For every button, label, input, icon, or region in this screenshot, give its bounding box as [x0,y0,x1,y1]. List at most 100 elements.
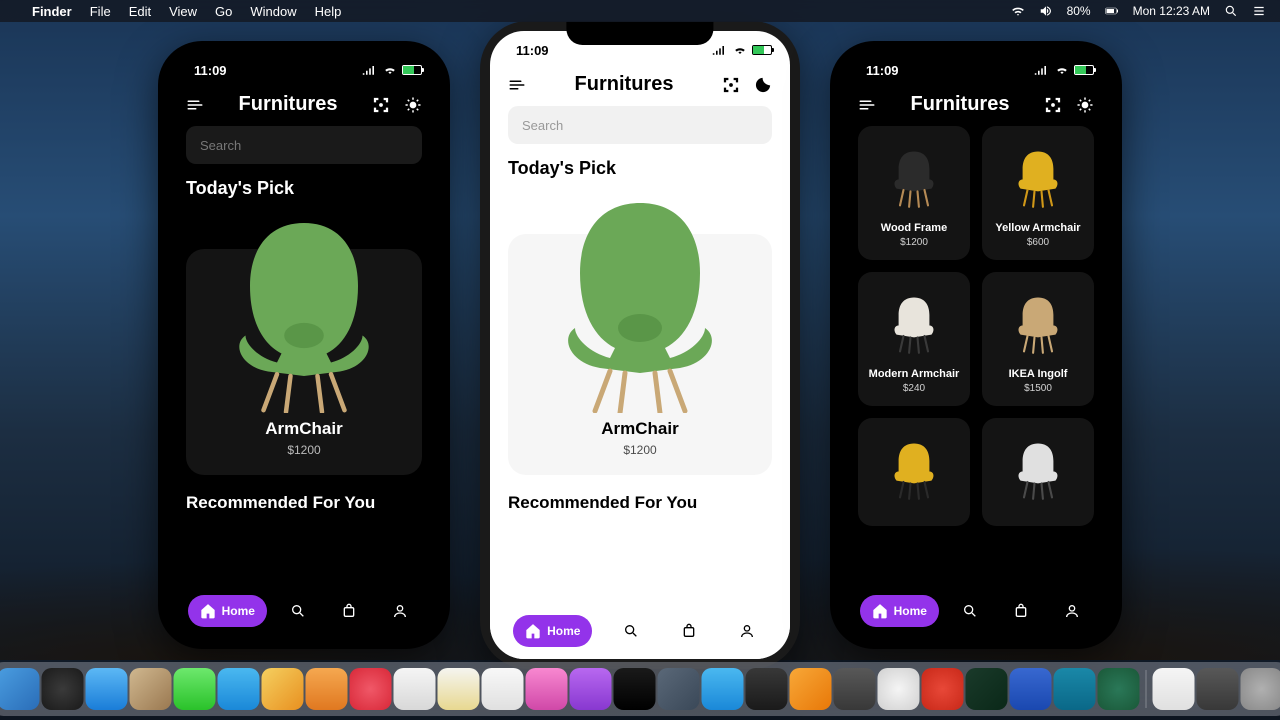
pick-card[interactable]: ArmChair $1200 [508,234,772,475]
nav-home[interactable]: Home [860,595,939,627]
nav-profile[interactable] [727,615,767,647]
app-title: Furnitures [239,93,338,116]
wifi-icon [382,65,398,75]
nav-cart[interactable] [669,615,709,647]
todays-pick-heading: Today's Pick [508,158,772,179]
dock-app-icon[interactable] [834,668,876,710]
dock-app-icon[interactable] [526,668,568,710]
phone-notch [909,41,1043,65]
product-card[interactable]: Modern Armchair $240 [858,272,970,406]
dock-app-icon[interactable] [1241,668,1280,710]
dock-app-icon[interactable] [1054,668,1096,710]
qr-scan-icon[interactable] [372,96,390,114]
product-card[interactable]: IKEA Ingolf $1500 [982,272,1094,406]
dock-app-icon[interactable] [614,668,656,710]
battery-percent: 80% [1067,4,1091,18]
status-time: 11:09 [516,43,549,58]
product-card[interactable] [858,418,970,526]
dock-app-icon[interactable] [878,668,920,710]
dock-app-icon[interactable] [658,668,700,710]
bottom-nav: Home [490,603,790,659]
nav-cart[interactable] [1001,595,1041,627]
menubar-file[interactable]: File [90,4,111,19]
sun-icon[interactable] [1076,96,1094,114]
dock-app-icon[interactable] [922,668,964,710]
dock-app-icon[interactable] [1098,668,1140,710]
pick-name: ArmChair [518,419,762,439]
dock-app-icon[interactable] [438,668,480,710]
volume-icon[interactable] [1039,4,1053,18]
app-title: Furnitures [911,93,1010,116]
dock-app-icon[interactable] [42,668,84,710]
macos-menubar: Finder File Edit View Go Window Help 80%… [0,0,1280,22]
menubar-help[interactable]: Help [315,4,342,19]
product-image [990,282,1086,362]
dock-app-icon[interactable] [746,668,788,710]
menubar-window[interactable]: Window [250,4,296,19]
product-card[interactable]: Yellow Armchair $600 [982,126,1094,260]
nav-search[interactable] [950,595,990,627]
dock-app-icon[interactable] [966,668,1008,710]
dock-app-icon[interactable] [306,668,348,710]
search-input[interactable]: Search [508,106,772,144]
nav-home[interactable]: Home [513,615,592,647]
app-header: Furnitures [840,89,1112,126]
bottom-nav: Home [840,583,1112,639]
menubar-clock[interactable]: Mon 12:23 AM [1133,4,1210,18]
phone-notch [237,41,371,65]
pick-chair-image [214,213,394,413]
dock-app-icon[interactable] [130,668,172,710]
nav-home-label: Home [222,604,255,618]
search-placeholder: Search [522,118,563,133]
nav-search[interactable] [611,615,651,647]
product-name: Yellow Armchair [990,222,1086,234]
dock-app-icon[interactable] [570,668,612,710]
dock-app-icon[interactable] [0,668,40,710]
nav-profile[interactable] [380,595,420,627]
nav-search[interactable] [278,595,318,627]
product-card[interactable]: Wood Frame $1200 [858,126,970,260]
sun-icon[interactable] [404,96,422,114]
moon-icon[interactable] [754,76,772,94]
dock-app-icon[interactable] [1197,668,1239,710]
product-image [866,428,962,508]
battery-icon [752,45,772,55]
nav-cart[interactable] [329,595,369,627]
dock-app-icon[interactable] [174,668,216,710]
menubar-go[interactable]: Go [215,4,232,19]
dock-app-icon[interactable] [482,668,524,710]
dock-app-icon[interactable] [86,668,128,710]
pick-card[interactable]: ArmChair $1200 [186,249,422,475]
pick-chair-image [540,193,740,413]
nav-profile[interactable] [1052,595,1092,627]
pick-price: $1200 [518,443,762,457]
dock-app-icon[interactable] [350,668,392,710]
dock-app-icon[interactable] [790,668,832,710]
app-title: Furnitures [575,73,674,96]
menubar-edit[interactable]: Edit [129,4,151,19]
product-price: $240 [866,383,962,394]
dock-app-icon[interactable] [394,668,436,710]
wifi-icon[interactable] [1011,4,1025,18]
dock-app-icon[interactable] [1010,668,1052,710]
search-input[interactable]: Search [186,126,422,164]
menubar-app-name[interactable]: Finder [32,4,72,19]
signal-icon [712,45,728,55]
product-price: $600 [990,237,1086,248]
menubar-view[interactable]: View [169,4,197,19]
product-card[interactable] [982,418,1094,526]
spotlight-icon[interactable] [1224,4,1238,18]
bottom-nav: Home [168,583,440,639]
hamburger-menu-icon[interactable] [186,96,204,114]
qr-scan-icon[interactable] [1044,96,1062,114]
nav-home[interactable]: Home [188,595,267,627]
battery-icon [1105,4,1119,18]
dock-app-icon[interactable] [262,668,304,710]
dock-app-icon[interactable] [702,668,744,710]
hamburger-menu-icon[interactable] [508,76,526,94]
dock-app-icon[interactable] [218,668,260,710]
qr-scan-icon[interactable] [722,76,740,94]
dock-app-icon[interactable] [1153,668,1195,710]
hamburger-menu-icon[interactable] [858,96,876,114]
control-center-icon[interactable] [1252,4,1266,18]
